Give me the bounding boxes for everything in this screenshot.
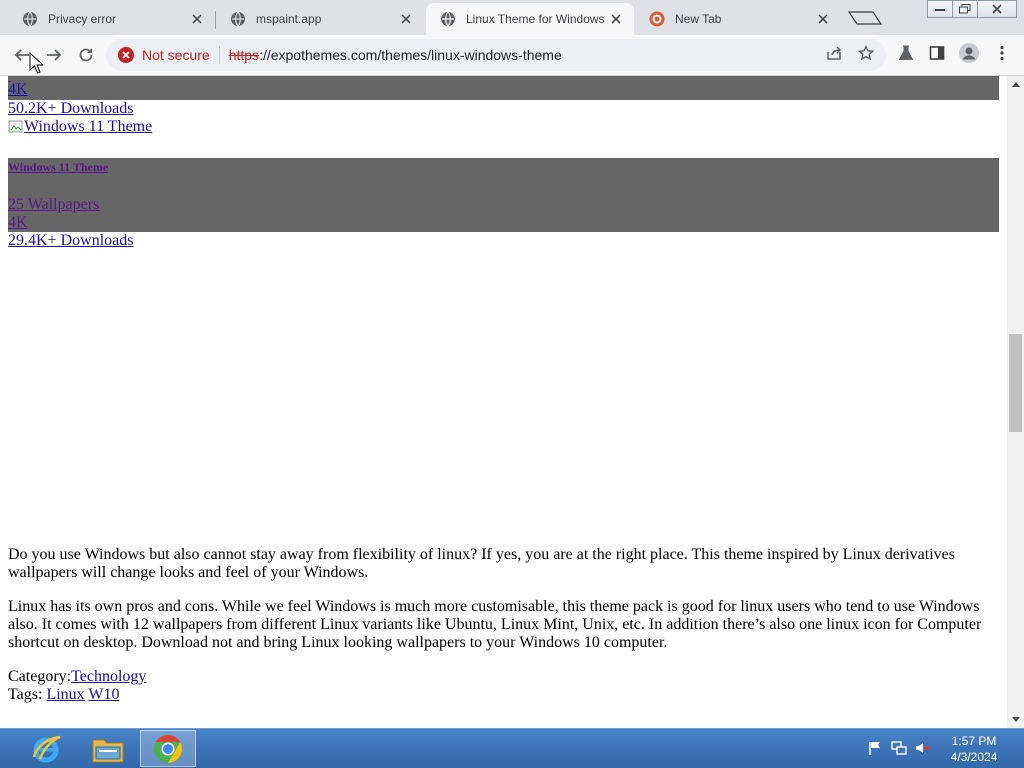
duckduckgo-icon [649,11,665,27]
tab-title: Privacy error [48,12,117,26]
arrow-right-icon [47,49,62,61]
globe-icon [231,11,245,27]
tab-privacy-error[interactable]: Privacy error [8,3,216,35]
description-paragraph: Do you use Windows but also cannot stay … [8,546,955,581]
card-downloads[interactable]: 29.4K+ Downloads [8,232,133,250]
tab-title: Linux Theme for Windows [466,12,605,26]
card-wallpapers-count[interactable]: 25 Wallpapers [8,196,99,214]
file-explorer-icon [92,739,124,762]
close-icon [992,4,1002,14]
clock-date: 4/3/2024 [950,750,998,764]
side-panel-icon[interactable] [927,43,947,63]
internet-explorer-icon [32,735,61,762]
clock-time: 1:57 PM [951,734,997,748]
not-secure-icon [118,47,134,63]
omnibox-divider [218,46,220,64]
prev-card-resolution[interactable]: 4K [8,81,28,99]
close-tab-icon[interactable] [189,11,205,27]
tab-strip: Privacy error mspaint.app Linux Theme fo… [0,0,1024,35]
restore-icon [959,4,971,14]
tab-new-tab[interactable]: New Tab [635,3,841,35]
system-clock[interactable]: 1:57 PM 4/3/2024 [938,733,1010,765]
card-image-alt: Windows 11 Theme [24,118,153,135]
chrome-icon [154,734,182,763]
category-line: Category:Technology [8,668,146,686]
chrome-button[interactable] [140,730,196,767]
card-image-link[interactable]: Windows 11 Theme [8,118,152,136]
tag-link[interactable]: W10 [88,686,119,703]
profile-avatar-icon[interactable] [959,43,979,63]
close-tab-icon[interactable] [398,11,414,27]
forward-button[interactable] [42,43,66,67]
scroll-down-arrow-icon[interactable] [1007,711,1024,728]
volume-muted-icon[interactable] [914,739,932,757]
card-overlay-band [8,76,999,100]
url-text: ://expothemes.com/themes/linux-windows-t… [259,47,562,63]
tags-label: Tags: [8,686,43,703]
taskbar: 1:57 PM 4/3/2024 [0,728,1024,768]
close-window-button[interactable] [977,0,1017,18]
close-tab-icon[interactable] [815,11,831,27]
close-tab-icon[interactable] [608,11,624,27]
file-explorer-button[interactable] [80,730,136,767]
tab-mspaint[interactable]: mspaint.app [216,3,424,35]
restore-button[interactable] [952,0,978,18]
tab-title: New Tab [675,12,722,26]
page-viewport: 4K 50.2K+ Downloads Windows 11 Theme Win… [0,76,1007,728]
tag-link[interactable]: Linux [46,686,84,703]
category-link[interactable]: Technology [71,668,146,685]
globe-icon [23,11,37,27]
card-overlay-band [8,158,999,232]
tags-line: Tags: Linux W10 [8,686,119,704]
browser-toolbar: Not secure https://expothemes.com/themes… [0,35,1024,76]
scrollbar-thumb[interactable] [1009,334,1022,432]
description-paragraph: Linux has its own pros and cons. While w… [8,598,982,651]
card-resolution[interactable]: 4K [8,214,28,232]
scroll-up-arrow-icon[interactable] [1007,76,1024,93]
lab-flask-icon[interactable] [896,43,916,63]
bookmark-star-icon[interactable] [856,43,876,63]
globe-icon [441,11,455,27]
reload-button[interactable] [74,43,98,67]
internet-explorer-button[interactable] [18,730,74,767]
broken-image-icon [8,120,23,133]
action-center-flag-icon[interactable] [866,739,884,757]
reload-icon [79,48,93,62]
minimize-icon [935,9,945,11]
share-icon[interactable] [824,43,844,63]
tab-title: mspaint.app [256,12,322,26]
vertical-scrollbar[interactable] [1007,76,1024,728]
arrow-left-icon [14,49,29,61]
card-title[interactable]: Windows 11 Theme [8,158,108,176]
mouse-cursor-icon [29,52,43,74]
prev-card-downloads[interactable]: 50.2K+ Downloads [8,100,133,118]
category-label: Category: [8,668,72,685]
address-bar[interactable]: Not secure https://expothemes.com/themes… [106,39,886,71]
url-scheme: https [228,47,260,63]
new-tab-button[interactable] [845,6,885,30]
network-icon[interactable] [890,739,908,757]
menu-kebab-icon[interactable] [992,43,1012,63]
minimize-button[interactable] [927,0,953,18]
tab-linux-theme[interactable]: Linux Theme for Windows [426,3,634,35]
security-label[interactable]: Not secure [142,47,210,63]
